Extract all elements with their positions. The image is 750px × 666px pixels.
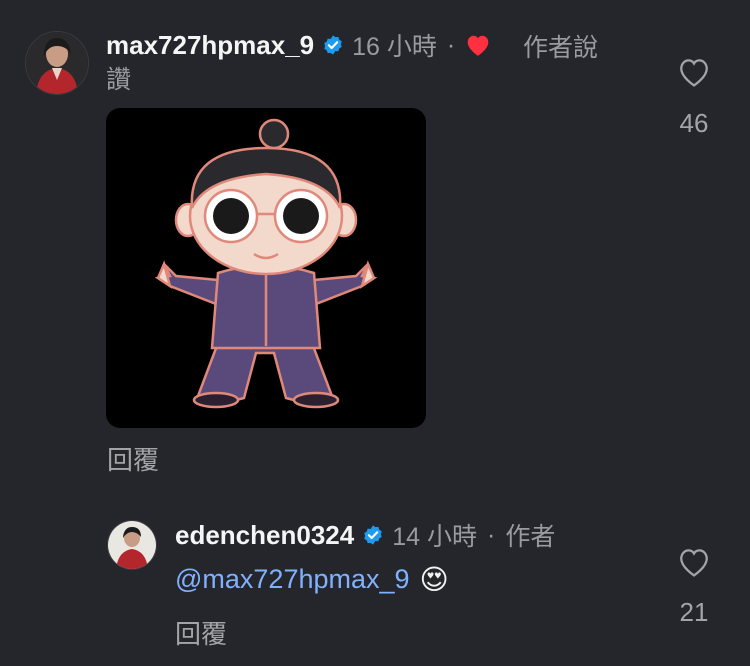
cartoon-sticker-illustration — [154, 118, 378, 409]
like-button[interactable] — [677, 546, 711, 578]
like-button[interactable] — [677, 56, 711, 88]
mention-link[interactable]: @max727hpmax_9 — [175, 564, 410, 595]
comment-sticker-image[interactable] — [106, 108, 426, 428]
avatar-image — [108, 521, 156, 569]
meta-separator: · — [486, 520, 496, 549]
comment-time: 14 小時 — [392, 523, 477, 551]
verified-badge-icon — [362, 524, 384, 546]
author-label: 作者 — [505, 523, 556, 551]
comment-username[interactable]: edenchen0324 — [175, 520, 354, 551]
like-count: 21 — [679, 597, 709, 627]
like-count: 46 — [679, 108, 709, 138]
reply-button[interactable]: 回覆 — [107, 440, 159, 477]
heart-eyes-emoji: 😍 — [419, 563, 449, 595]
reply-button[interactable]: 回覆 — [175, 614, 227, 651]
heart-outline-icon — [680, 549, 708, 577]
heart-outline-icon — [680, 59, 708, 87]
author-liked-label: 作者說讚 — [106, 34, 599, 94]
avatar-edenchen0324[interactable] — [107, 520, 157, 570]
avatar-max727hpmax-9[interactable] — [25, 31, 89, 95]
avatar-image — [26, 32, 88, 94]
